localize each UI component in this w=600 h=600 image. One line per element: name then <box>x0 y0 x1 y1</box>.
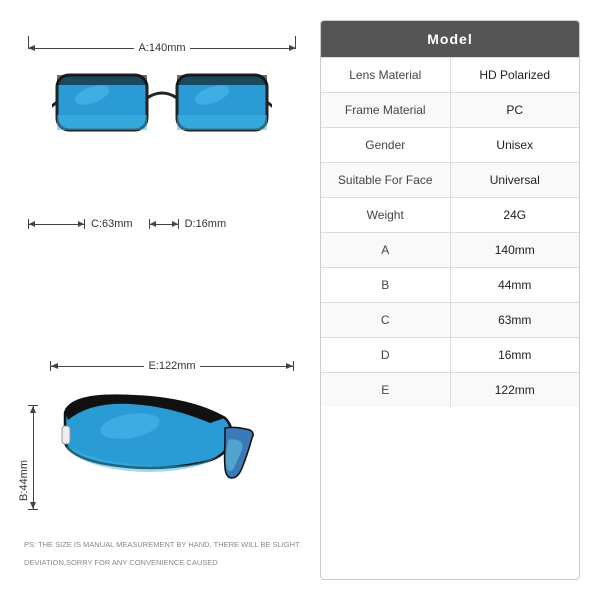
cell-right: HD Polarized <box>451 58 580 92</box>
main-container: A:140mm <box>0 0 600 600</box>
table-row: Gender Unisex <box>321 127 579 162</box>
top-diagram: A:140mm <box>20 30 304 240</box>
glasses-side-view <box>50 378 294 503</box>
cell-left: Gender <box>321 128 451 162</box>
cell-left: C <box>321 303 451 337</box>
ps-note: PS: THE SIZE IS MANUAL MEASUREMENT BY HA… <box>24 534 300 570</box>
cell-right: Universal <box>451 163 580 197</box>
table-row: Lens Material HD Polarized <box>321 57 579 92</box>
cell-right: 16mm <box>451 338 580 372</box>
cell-right: 44mm <box>451 268 580 302</box>
ps-text: PS: THE SIZE IS MANUAL MEASUREMENT BY HA… <box>24 540 299 567</box>
cell-left: B <box>321 268 451 302</box>
cell-left: D <box>321 338 451 372</box>
table-row: B 44mm <box>321 267 579 302</box>
table-row: D 16mm <box>321 337 579 372</box>
dim-d-label: D:16mm <box>185 218 227 230</box>
left-panel: A:140mm <box>20 20 304 580</box>
dim-c-label: C:63mm <box>91 218 133 230</box>
cell-left: Suitable For Face <box>321 163 451 197</box>
cell-right: 63mm <box>451 303 580 337</box>
side-diagram: E:122mm B:44mm <box>20 350 304 570</box>
dim-a-arrow: A:140mm <box>28 42 296 54</box>
cell-left: Weight <box>321 198 451 232</box>
table-row: Frame Material PC <box>321 92 579 127</box>
glasses-front-view <box>52 60 272 165</box>
table-row: Weight 24G <box>321 197 579 232</box>
table-body: Lens Material HD Polarized Frame Materia… <box>321 57 579 407</box>
cell-left: A <box>321 233 451 267</box>
dim-e-arrow: E:122mm <box>50 360 294 372</box>
table-row: E 122mm <box>321 372 579 407</box>
table-header: Model <box>321 21 579 57</box>
dim-b-label: B:44mm <box>18 460 30 501</box>
right-panel: Model Lens Material HD Polarized Frame M… <box>320 20 580 580</box>
dim-e-label: E:122mm <box>144 360 199 372</box>
cell-right: 122mm <box>451 373 580 407</box>
dim-a-label: A:140mm <box>134 42 189 54</box>
dim-cd-row: C:63mm D:16mm <box>28 218 226 230</box>
cell-left: Frame Material <box>321 93 451 127</box>
cell-right: Unisex <box>451 128 580 162</box>
cell-left: Lens Material <box>321 58 451 92</box>
cell-right: 24G <box>451 198 580 232</box>
cell-right: 140mm <box>451 233 580 267</box>
table-row: A 140mm <box>321 232 579 267</box>
cell-right: PC <box>451 93 580 127</box>
cell-left: E <box>321 373 451 407</box>
table-row: Suitable For Face Universal <box>321 162 579 197</box>
table-row: C 63mm <box>321 302 579 337</box>
